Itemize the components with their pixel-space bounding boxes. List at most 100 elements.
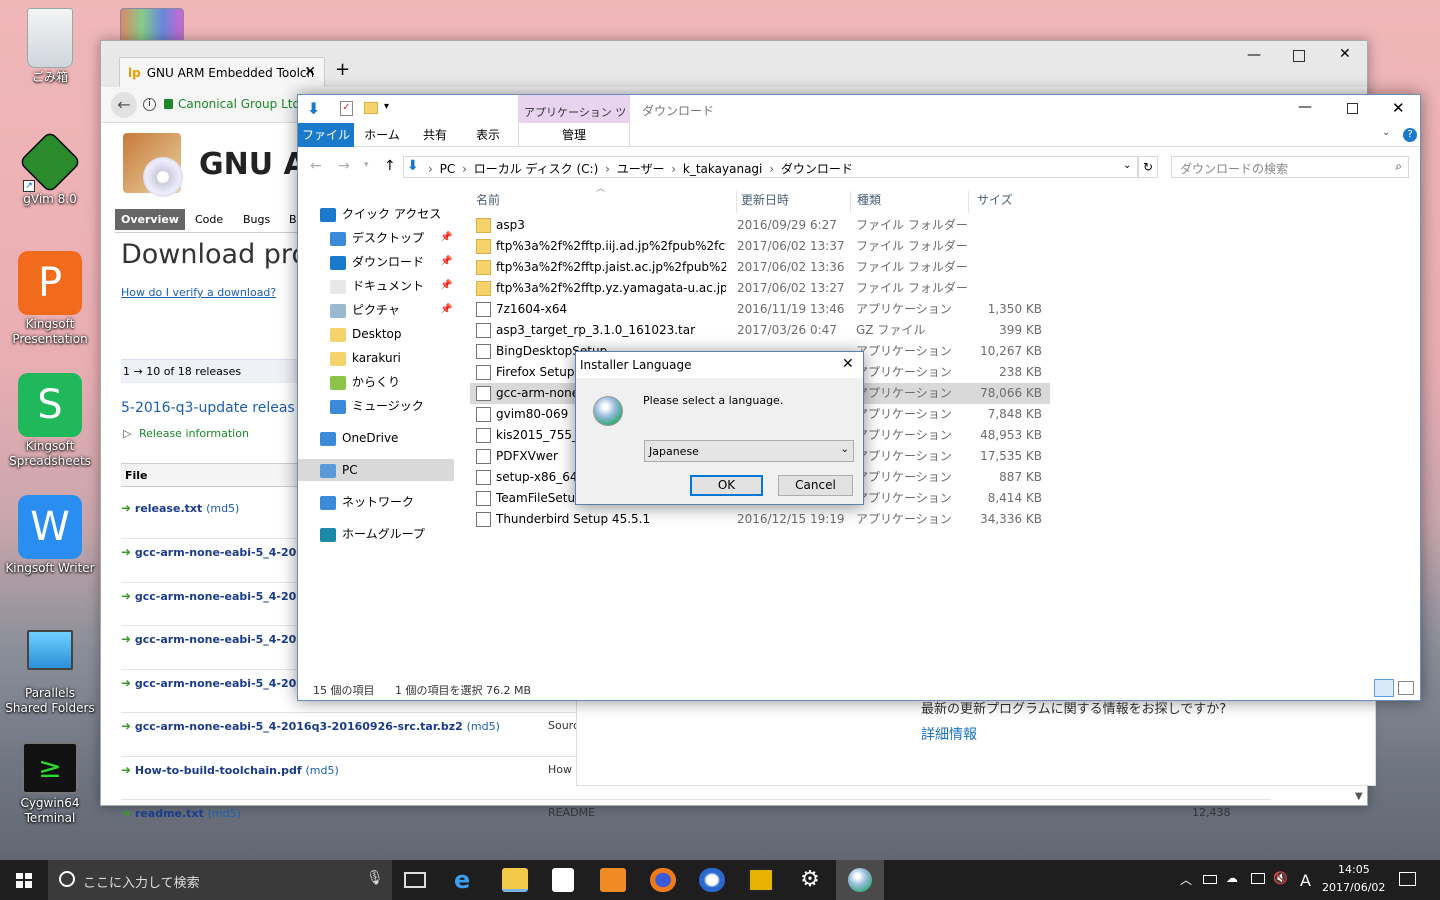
- nav-item[interactable]: PC: [298, 459, 454, 481]
- column-name[interactable]: 名前: [476, 191, 500, 208]
- breadcrumb-separator-icon[interactable]: ›: [601, 162, 613, 176]
- network-icon[interactable]: [1251, 873, 1265, 884]
- close-button[interactable]: ✕: [1339, 46, 1351, 62]
- md5-link[interactable]: (md5): [467, 720, 500, 733]
- search-box[interactable]: ダウンロードの検索 ⌕: [1171, 156, 1409, 178]
- nav-code[interactable]: Code: [195, 213, 223, 226]
- firefox-icon[interactable]: [650, 868, 676, 892]
- nav-item[interactable]: Desktop: [298, 323, 454, 345]
- file-row[interactable]: ftp%3a%2f%2fftp.iij.ad.jp%2fpub%2fcyg...…: [470, 236, 1050, 257]
- partially-hidden-desktop-icon[interactable]: [120, 8, 184, 42]
- breadcrumb-separator-icon[interactable]: ›: [428, 162, 437, 176]
- file-download-link[interactable]: gcc-arm-none-eabi-5_4-2016q3-20160926-sr…: [135, 720, 463, 733]
- pin-icon[interactable]: 📌: [440, 227, 452, 249]
- tab-manage[interactable]: 管理: [518, 123, 630, 147]
- file-download-link[interactable]: gcc-arm-none-eabi-5_4-2016: [135, 546, 312, 559]
- large-icons-view-icon[interactable]: [1398, 681, 1414, 695]
- breadcrumb-item[interactable]: ローカル ディスク (C:): [474, 162, 599, 176]
- action-center-icon[interactable]: [1399, 872, 1416, 886]
- nav-item[interactable]: OneDrive: [298, 427, 454, 449]
- breadcrumb-separator-icon[interactable]: ›: [458, 162, 470, 176]
- expand-ribbon-icon[interactable]: ⌄: [1382, 127, 1390, 138]
- nav-item[interactable]: からくり: [298, 371, 454, 393]
- file-download-link[interactable]: gcc-arm-none-eabi-5_4-2016: [135, 633, 312, 646]
- file-row[interactable]: ftp%3a%2f%2fftp.jaist.ac.jp%2fpub%2fcy..…: [470, 257, 1050, 278]
- address-dropdown-icon[interactable]: ⌄: [1123, 160, 1131, 171]
- forward-arrow-icon[interactable]: →: [338, 158, 350, 174]
- details-view-icon[interactable]: [1374, 679, 1394, 697]
- file-download-link[interactable]: How-to-build-toolchain.pdf: [135, 764, 302, 777]
- show-hidden-icons-chevron-icon[interactable]: ︿: [1180, 871, 1192, 888]
- language-select[interactable]: Japanese ⌄: [644, 440, 854, 462]
- breadcrumb-item[interactable]: ダウンロード: [781, 162, 853, 176]
- scroll-down-arrow-icon[interactable]: ▼: [1355, 791, 1363, 802]
- tab-share[interactable]: 共有: [410, 123, 460, 147]
- breadcrumb-separator-icon[interactable]: ›: [765, 162, 777, 176]
- quick-access-down-icon[interactable]: ⬇: [307, 99, 320, 118]
- nav-item[interactable]: ホームグループ: [298, 523, 454, 545]
- minimize-button[interactable]: —: [1247, 47, 1261, 63]
- release-info-toggle[interactable]: ▷ Release information: [123, 427, 249, 440]
- verify-download-link[interactable]: How do I verify a download?: [121, 286, 276, 299]
- close-tab-icon[interactable]: ✕: [304, 64, 316, 80]
- column-size[interactable]: サイズ: [968, 191, 1013, 213]
- pin-icon[interactable]: 📌: [440, 299, 452, 321]
- close-button[interactable]: ✕: [1392, 99, 1405, 117]
- clock-time[interactable]: 14:05: [1338, 863, 1370, 876]
- nav-item[interactable]: デスクトップ 📌: [298, 227, 454, 249]
- onedrive-cloud-icon[interactable]: ☁: [1226, 871, 1238, 885]
- file-row[interactable]: ftp%3a%2f%2fftp.yz.yamagata-u.ac.jp%2...…: [470, 278, 1050, 299]
- edge-icon[interactable]: e: [454, 868, 480, 892]
- taskbar-search-box[interactable]: ここに入力して検索 🎙: [48, 860, 392, 900]
- new-folder-icon[interactable]: [364, 102, 378, 114]
- file-explorer-taskbar-icon[interactable]: [502, 868, 528, 892]
- nav-item[interactable]: ドキュメント 📌: [298, 275, 454, 297]
- file-download-link[interactable]: release.txt: [135, 502, 202, 515]
- update-banner-link[interactable]: 詳細情報: [921, 724, 977, 744]
- refresh-button[interactable]: ↻: [1138, 156, 1158, 178]
- file-download-link[interactable]: gcc-arm-none-eabi-5_4-2016: [135, 677, 312, 690]
- recent-locations-icon[interactable]: ▾: [364, 160, 369, 170]
- nav-item[interactable]: ダウンロード 📌: [298, 251, 454, 273]
- file-row[interactable]: asp3_target_rp_3.1.0_161023.tar 2017/03/2…: [470, 320, 1050, 341]
- volume-muted-icon[interactable]: 🔇: [1273, 871, 1288, 885]
- cancel-button[interactable]: Cancel: [778, 475, 853, 496]
- store-icon[interactable]: [552, 868, 574, 892]
- up-arrow-icon[interactable]: ↑: [384, 158, 396, 174]
- desktop-icon-recycle-bin[interactable]: ごみ箱: [5, 8, 95, 85]
- customize-qat-icon[interactable]: ▾: [384, 101, 389, 112]
- dialog-close-button[interactable]: ✕: [842, 356, 854, 372]
- breadcrumb-separator-icon[interactable]: ›: [667, 162, 679, 176]
- browser-tab[interactable]: lp GNU ARM Embedded Toolch ✕: [119, 57, 325, 87]
- installer-taskbar-icon[interactable]: [836, 860, 884, 900]
- breadcrumb-item[interactable]: PC: [440, 162, 456, 176]
- desktop-icon-cygwin-terminal[interactable]: ≥ Cygwin64 Terminal: [5, 742, 95, 826]
- file-download-link[interactable]: readme.txt: [135, 807, 204, 820]
- desktop-icon-kingsoft-presentation[interactable]: P Kingsoft Presentation: [5, 251, 95, 347]
- battery-icon[interactable]: [1203, 875, 1217, 884]
- nav-item[interactable]: クイック アクセス: [298, 203, 454, 225]
- nav-item[interactable]: karakuri: [298, 347, 454, 369]
- pin-icon[interactable]: 📌: [440, 275, 452, 297]
- maximize-button[interactable]: [1347, 103, 1358, 114]
- breadcrumb-item[interactable]: ユーザー: [617, 162, 665, 176]
- settings-gear-icon[interactable]: ⚙: [797, 868, 823, 892]
- info-icon[interactable]: i: [143, 98, 156, 111]
- security-label[interactable]: Canonical Group Ltd: [178, 97, 300, 111]
- md5-link[interactable]: (md5): [206, 502, 239, 515]
- nav-item[interactable]: ネットワーク: [298, 491, 454, 513]
- ok-button[interactable]: OK: [690, 475, 763, 496]
- properties-icon[interactable]: ✓: [340, 101, 353, 116]
- pin-icon[interactable]: 📌: [440, 251, 452, 273]
- nav-item[interactable]: ピクチャ 📌: [298, 299, 454, 321]
- md5-link[interactable]: (md5): [208, 807, 241, 820]
- back-button[interactable]: ←: [111, 92, 137, 118]
- nav-overview[interactable]: Overview: [115, 209, 185, 230]
- clock-date[interactable]: 2017/06/02: [1322, 881, 1385, 894]
- microphone-icon[interactable]: 🎙: [366, 870, 384, 886]
- new-tab-button[interactable]: +: [335, 59, 350, 80]
- thunderbird-icon[interactable]: [699, 868, 725, 892]
- nav-bugs[interactable]: Bugs: [243, 213, 270, 226]
- desktop-icon-kingsoft-spreadsheets[interactable]: S Kingsoft Spreadsheets: [5, 373, 95, 469]
- presentation-app-icon[interactable]: [748, 868, 774, 892]
